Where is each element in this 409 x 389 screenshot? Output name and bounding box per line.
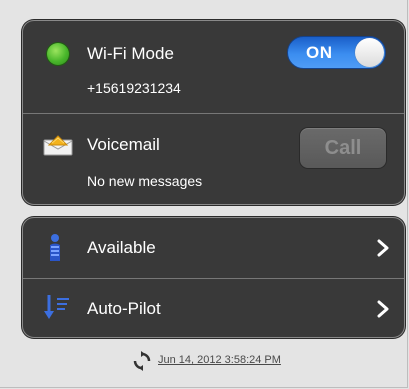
availability-row[interactable]: Available (23, 218, 404, 278)
app-frame: Wi-Fi Mode +15619231234 ON Voicemail No … (0, 0, 408, 388)
connection-card: Wi-Fi Mode +15619231234 ON Voicemail No … (22, 20, 405, 205)
voicemail-title: Voicemail (87, 135, 160, 154)
refresh-icon[interactable] (132, 351, 152, 371)
toggle-knob (355, 38, 384, 67)
phone-number: +15619231234 (87, 80, 181, 96)
status-dot-icon (47, 43, 69, 65)
envelope-icon (43, 135, 73, 156)
settings-card: Available Auto-Pilot (22, 217, 405, 338)
wifi-mode-toggle[interactable]: ON (287, 36, 386, 69)
autopilot-row[interactable]: Auto-Pilot (23, 279, 404, 337)
wifi-mode-row: Wi-Fi Mode +15619231234 ON (23, 21, 404, 113)
person-icon (50, 234, 60, 261)
sort-list-icon (44, 295, 69, 319)
footer: Jun 14, 2012 3:58:24 PM (0, 347, 409, 375)
toggle-state-label: ON (306, 43, 333, 62)
chevron-right-icon (377, 239, 389, 257)
autopilot-label: Auto-Pilot (87, 299, 161, 318)
wifi-mode-title: Wi-Fi Mode (87, 44, 174, 63)
availability-label: Available (87, 238, 156, 257)
voicemail-status: No new messages (87, 173, 203, 189)
chevron-right-icon (377, 300, 389, 318)
last-updated-timestamp[interactable]: Jun 14, 2012 3:58:24 PM (158, 354, 281, 366)
call-voicemail-button[interactable]: Call (299, 127, 387, 169)
voicemail-row: Voicemail No new messages Call (23, 114, 404, 204)
